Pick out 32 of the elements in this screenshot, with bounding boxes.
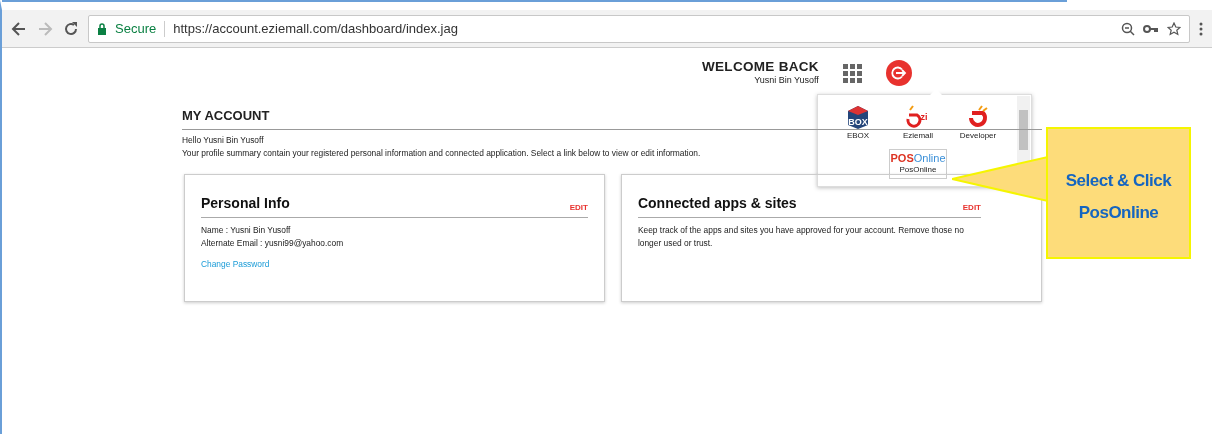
app-tile[interactable]: Developer	[948, 101, 1008, 145]
lock-icon	[97, 22, 107, 35]
edit-link[interactable]: EDIT	[569, 201, 588, 214]
apps-grid-icon[interactable]	[842, 64, 862, 83]
menu-icon[interactable]	[1198, 20, 1204, 37]
ezi-logo: zi	[905, 104, 931, 130]
app-tile[interactable]: BOX EBOX	[828, 101, 888, 145]
reload-icon[interactable]	[62, 19, 80, 38]
address-bar[interactable]: Secure https://account.eziemall.com/dashboard/index.jag	[88, 14, 1190, 43]
zoom-icon[interactable]	[1121, 21, 1135, 36]
card-text: Name : Yusni Bin Yusoff	[201, 223, 292, 237]
app-tile[interactable]: POSOnline PosOnline	[889, 149, 947, 179]
card-text: Keep track of the apps and sites you have approved for your account. Remove those no longer used or trust.	[637, 223, 965, 250]
logout-button[interactable]	[885, 60, 912, 86]
box-logo: BOX	[845, 104, 871, 130]
posonline-logo: POSOnline	[890, 152, 946, 164]
secure-label: Secure	[115, 19, 157, 38]
card-title: Connected apps & sites	[637, 193, 797, 213]
callout-note: Select & Click PosOnline	[1046, 127, 1191, 259]
app-tile[interactable]: zi Eziemall	[888, 101, 948, 145]
star-icon[interactable]	[1167, 21, 1181, 36]
card-text: Alternate Email : yusni99@yahoo.com	[201, 236, 345, 250]
edit-link[interactable]: EDIT	[962, 201, 981, 214]
intro-text: Your profile summary contain your registered personal information and connected application. Select a link below to view or edit information.	[182, 146, 701, 160]
logout-icon	[890, 65, 907, 81]
greeting-text: Hello Yusni Bin Yusoff	[182, 133, 264, 147]
key-icon[interactable]	[1143, 22, 1159, 35]
back-icon[interactable]	[10, 19, 28, 38]
user-name: Yusni Bin Yusoff	[753, 73, 819, 87]
card-title: Personal Info	[201, 193, 290, 213]
url-text: https://account.eziemall.com/dashboard/index.jag	[173, 19, 459, 38]
welcome-title: WELCOME BACK	[702, 60, 819, 74]
